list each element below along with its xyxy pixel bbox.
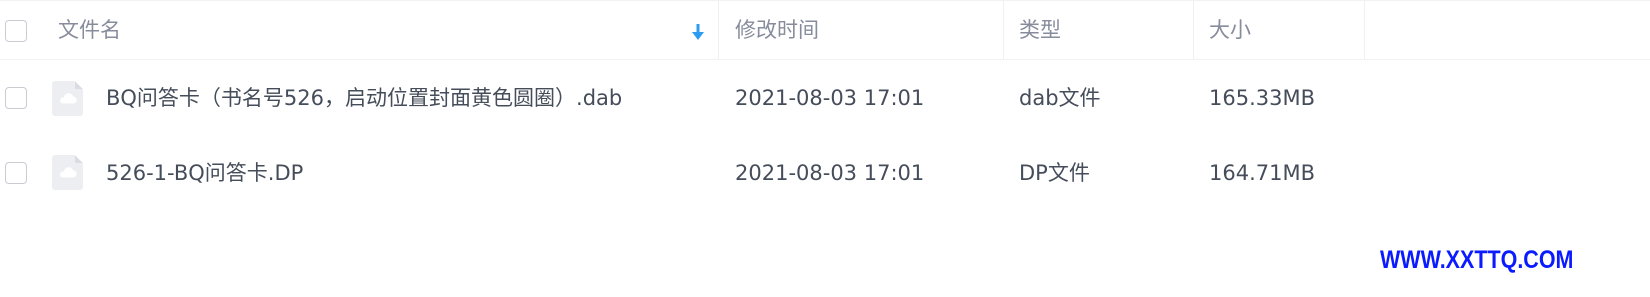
sort-arrow-down-icon[interactable] [691,23,705,41]
file-row-checkbox[interactable] [5,162,27,184]
column-header-name[interactable]: 文件名 [58,1,121,59]
watermark-text: WWW.XXTTQ.COM [1380,246,1574,274]
select-all-checkbox[interactable] [5,20,27,42]
file-row-checkbox[interactable] [5,87,27,109]
file-row[interactable]: BQ问答卡（书名号526，启动位置封面黄色圆圈）.dab 2021-08-03 … [0,60,1650,135]
column-divider[interactable] [1364,1,1365,59]
file-type: dab文件 [1019,86,1101,110]
column-divider[interactable] [1193,1,1194,59]
file-type: DP文件 [1019,161,1090,185]
file-row[interactable]: 526-1-BQ问答卡.DP 2021-08-03 17:01 DP文件 164… [0,135,1650,210]
file-size: 164.71MB [1209,161,1316,185]
file-size: 165.33MB [1209,86,1316,110]
column-divider[interactable] [1003,1,1004,59]
column-header-size[interactable]: 大小 [1209,1,1251,59]
cloud-file-icon [52,81,83,116]
column-header-modified[interactable]: 修改时间 [735,1,819,59]
cloud-file-icon [52,155,83,190]
file-list-header: 文件名 修改时间 类型 大小 [0,0,1650,60]
file-modified: 2021-08-03 17:01 [735,86,925,110]
file-name[interactable]: 526-1-BQ问答卡.DP [106,158,303,188]
column-divider[interactable] [718,1,719,59]
file-list: 文件名 修改时间 类型 大小 BQ问答卡（书名号526，启动位置封面黄色圆圈）.… [0,0,1650,210]
file-modified: 2021-08-03 17:01 [735,161,925,185]
column-header-type[interactable]: 类型 [1019,1,1061,59]
file-name[interactable]: BQ问答卡（书名号526，启动位置封面黄色圆圈）.dab [106,83,622,113]
